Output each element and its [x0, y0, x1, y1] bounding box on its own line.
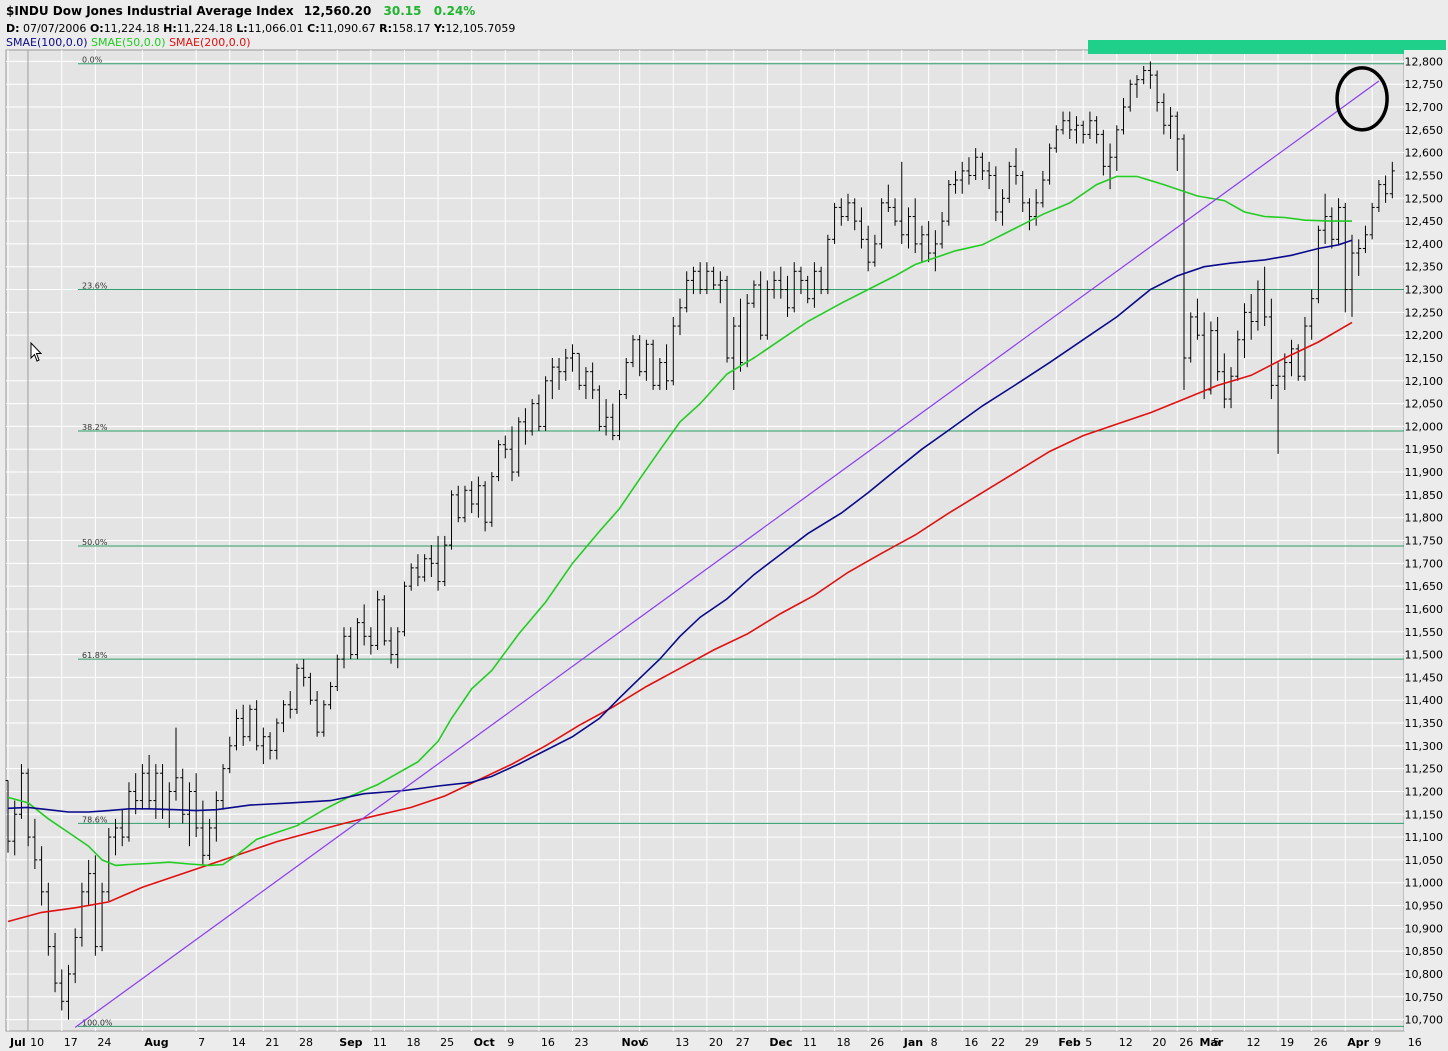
x-tick-label: 28 [299, 1036, 313, 1049]
x-tick-label: 11 [373, 1036, 387, 1049]
x-tick-label: Jan [903, 1036, 923, 1049]
x-tick-label: 14 [232, 1036, 246, 1049]
x-tick-label: 18 [837, 1036, 851, 1049]
y-axis: 10,700 10,750 10,800 10,850 10,900 10,950 11,0… [1404, 50, 1448, 1031]
y-tick-label: 10,950 [1405, 900, 1444, 913]
x-tick-label: Aug [144, 1036, 168, 1049]
y-tick-label: 12,300 [1405, 284, 1444, 297]
x-tick-label: 23 [574, 1036, 588, 1049]
x-tick-label: 26 [1314, 1036, 1328, 1049]
fib-label: 23.6% [82, 282, 108, 291]
x-tick-label: 5 [1085, 1036, 1092, 1049]
y-tick-label: 11,550 [1405, 626, 1444, 639]
y-tick-label: 11,750 [1405, 535, 1444, 548]
x-tick-label: 7 [198, 1036, 205, 1049]
y-tick-label: 11,950 [1405, 443, 1444, 456]
x-tick-label: 12 [1119, 1036, 1133, 1049]
x-tick-label: 26 [1179, 1036, 1193, 1049]
y-tick-label: 11,300 [1405, 740, 1444, 753]
y-tick-label: 11,900 [1405, 466, 1444, 479]
x-tick-label: 9 [507, 1036, 514, 1049]
fib-label: 38.2% [82, 423, 108, 432]
y-tick-label: 11,250 [1405, 763, 1444, 776]
y-tick-label: 11,700 [1405, 557, 1444, 570]
y-tick-label: 12,450 [1405, 215, 1444, 228]
top-band [1088, 40, 1446, 54]
x-tick-label: Feb [1058, 1036, 1081, 1049]
y-tick-label: 11,450 [1405, 671, 1444, 684]
x-tick-label: 5 [1213, 1036, 1220, 1049]
x-tick-label: 17 [64, 1036, 78, 1049]
y-tick-label: 12,650 [1405, 124, 1444, 137]
y-tick-label: 10,750 [1405, 991, 1444, 1004]
x-tick-label: 8 [931, 1036, 938, 1049]
y-tick-label: 12,250 [1405, 306, 1444, 319]
x-tick-label: 9 [1374, 1036, 1381, 1049]
x-tick-label: 26 [870, 1036, 884, 1049]
x-tick-label: 21 [265, 1036, 279, 1049]
x-tick-label: Oct [474, 1036, 495, 1049]
x-tick-label: 16 [964, 1036, 978, 1049]
fib-label: 61.8% [82, 651, 108, 660]
y-tick-label: 12,550 [1405, 169, 1444, 182]
x-tick-label: 25 [440, 1036, 454, 1049]
y-tick-label: 10,900 [1405, 922, 1444, 935]
x-axis: Jul 10 17 24 Aug 7 14 21 28 Sep 11 18 25 Oct 9 16 23 Nov6… [9, 1036, 1422, 1049]
y-tick-label: 11,650 [1405, 580, 1444, 593]
x-tick-label: 18 [406, 1036, 420, 1049]
y-tick-label: 11,500 [1405, 649, 1444, 662]
x-tick-label: 13 [675, 1036, 689, 1049]
x-tick-label: 27 [736, 1036, 750, 1049]
y-tick-label: 11,000 [1405, 877, 1444, 890]
fib-label: 50.0% [82, 538, 108, 547]
y-tick-label: 12,400 [1405, 238, 1444, 251]
y-tick-label: 11,400 [1405, 694, 1444, 707]
x-tick-label: 16 [541, 1036, 555, 1049]
y-tick-label: 11,150 [1405, 808, 1444, 821]
y-tick-label: 12,500 [1405, 192, 1444, 205]
y-tick-label: 11,200 [1405, 785, 1444, 798]
y-tick-label: 12,100 [1405, 375, 1444, 388]
x-tick-label: 19 [1280, 1036, 1294, 1049]
y-tick-label: 12,350 [1405, 261, 1444, 274]
x-tick-label: 11 [803, 1036, 817, 1049]
y-tick-label: 12,750 [1405, 78, 1444, 91]
y-tick-label: 12,700 [1405, 101, 1444, 114]
price-chart[interactable]: 0.0%23.6%38.2%50.0%61.8%78.6%100.0% 10,7… [0, 0, 1448, 1051]
x-tick-label: 10 [30, 1036, 44, 1049]
x-tick-label: Sep [339, 1036, 362, 1049]
x-tick-label: Mar [1199, 1036, 1223, 1049]
fib-label: 0.0% [82, 56, 103, 65]
x-tick-label: Dec [769, 1036, 792, 1049]
x-tick-label: 20 [709, 1036, 723, 1049]
x-tick-label: 16 [1408, 1036, 1422, 1049]
y-tick-label: 10,800 [1405, 968, 1444, 981]
x-tick-label: Apr [1347, 1036, 1369, 1049]
x-tick-label: 20 [1152, 1036, 1166, 1049]
x-tick-label: Jul [9, 1036, 26, 1049]
x-tick-label: 22 [991, 1036, 1005, 1049]
x-tick-label: 24 [97, 1036, 111, 1049]
y-tick-label: 12,200 [1405, 329, 1444, 342]
y-tick-label: 12,000 [1405, 420, 1444, 433]
y-tick-label: 12,800 [1405, 55, 1444, 68]
y-tick-label: 11,350 [1405, 717, 1444, 730]
y-tick-label: 11,850 [1405, 489, 1444, 502]
x-tick-label: 6 [642, 1036, 649, 1049]
y-tick-label: 11,100 [1405, 831, 1444, 844]
y-tick-label: 10,850 [1405, 945, 1444, 958]
top-band-bar [1088, 40, 1446, 54]
y-tick-label: 11,050 [1405, 854, 1444, 867]
y-tick-label: 12,050 [1405, 398, 1444, 411]
y-tick-label: 11,600 [1405, 603, 1444, 616]
x-tick-label: 29 [1025, 1036, 1039, 1049]
y-tick-label: 10,700 [1405, 1014, 1444, 1027]
y-tick-label: 11,800 [1405, 512, 1444, 525]
y-tick-label: 12,150 [1405, 352, 1444, 365]
x-tick-label: 12 [1246, 1036, 1260, 1049]
fib-label: 78.6% [82, 815, 108, 824]
y-tick-label: 12,600 [1405, 147, 1444, 160]
